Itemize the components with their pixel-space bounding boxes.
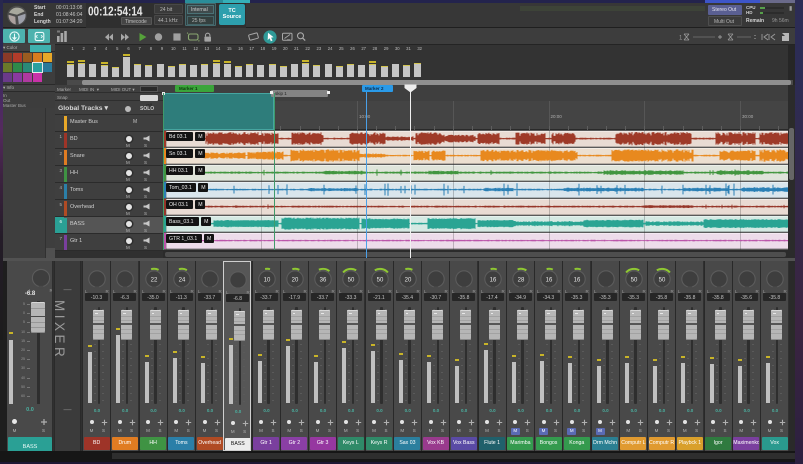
svg-text:16: 16 (546, 278, 553, 284)
svg-text:20: 20 (404, 278, 411, 284)
svg-text:16: 16 (574, 278, 581, 284)
svg-text:24: 24 (178, 278, 185, 284)
svg-text:20: 20 (291, 278, 298, 284)
svg-text:36: 36 (320, 278, 327, 284)
svg-text:22: 22 (150, 278, 157, 284)
svg-text:16: 16 (489, 278, 496, 284)
svg-text:50: 50 (630, 278, 637, 284)
svg-text:10: 10 (263, 278, 270, 284)
svg-text:50: 50 (659, 278, 666, 284)
svg-text:50: 50 (376, 278, 383, 284)
svg-text:28: 28 (517, 278, 524, 284)
svg-text:50: 50 (348, 278, 355, 284)
